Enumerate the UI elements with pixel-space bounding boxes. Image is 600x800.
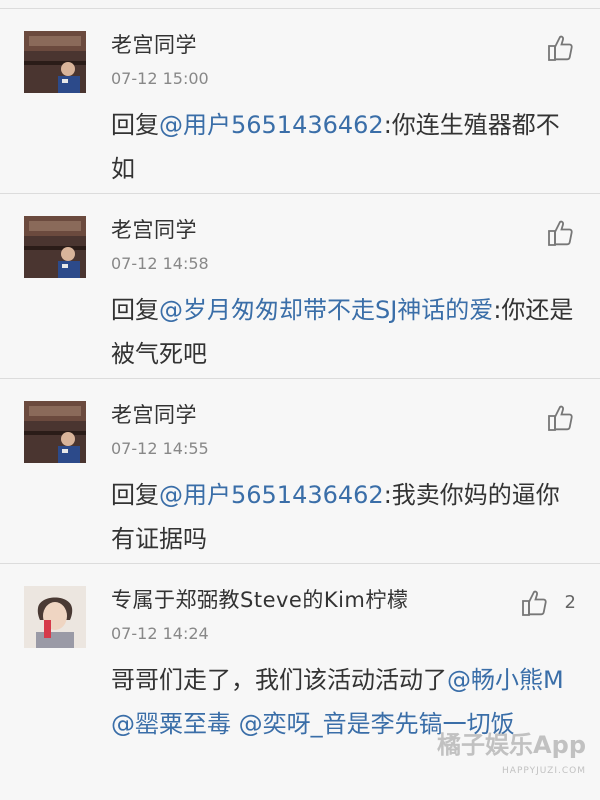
username[interactable]: 老宫同学 (111, 214, 197, 244)
watermark-text: 橘子娱乐App (437, 731, 586, 759)
timestamp: 07-12 14:55 (111, 439, 209, 458)
thumbs-up-icon[interactable] (546, 33, 576, 63)
username[interactable]: 专属于郑弼教Steve的Kim柠檬 (111, 584, 408, 614)
avatar[interactable] (24, 586, 86, 648)
comment-body: 回复@用户5651436462:你连生殖器都不如 (111, 103, 581, 191)
mention-link[interactable]: @用户5651436462 (159, 111, 384, 139)
username[interactable]: 老宫同学 (111, 29, 197, 59)
timestamp: 07-12 15:00 (111, 69, 209, 88)
reply-prefix: 回复 (111, 111, 159, 139)
comment-body: 回复@岁月匆匆却带不走SJ神话的爱:你还是被气死吧 (111, 288, 581, 376)
timestamp: 07-12 14:24 (111, 624, 209, 643)
mention-link[interactable]: @岁月匆匆却带不走SJ神话的爱 (159, 296, 493, 324)
mention-link[interactable]: @罂粟至毒 (111, 710, 231, 738)
thumbs-up-icon[interactable] (546, 403, 576, 433)
top-divider (0, 0, 600, 9)
like-count: 2 (564, 592, 576, 613)
comment-text: 哥哥们走了，我们该活动活动了 (111, 666, 447, 694)
watermark-subtext: HAPPYJUZI.COM (502, 766, 586, 776)
avatar[interactable] (24, 401, 86, 463)
watermark-logo: 橘子娱乐App HAPPYJUZI.COM (437, 732, 586, 784)
reply-prefix: 回复 (111, 481, 159, 509)
thumbs-up-icon[interactable] (546, 218, 576, 248)
mention-link[interactable]: @用户5651436462 (159, 481, 384, 509)
comment-item: 老宫同学 07-12 14:58 回复@岁月匆匆却带不走SJ神话的爱:你还是被气… (0, 194, 600, 379)
comment-body: 回复@用户5651436462:我卖你妈的逼你有证据吗 (111, 473, 581, 561)
timestamp: 07-12 14:58 (111, 254, 209, 273)
avatar[interactable] (24, 31, 86, 93)
avatar[interactable] (24, 216, 86, 278)
thumbs-up-icon[interactable] (520, 588, 550, 618)
comment-item: 老宫同学 07-12 14:55 回复@用户5651436462:我卖你妈的逼你… (0, 379, 600, 564)
comment-item: 老宫同学 07-12 15:00 回复@用户5651436462:你连生殖器都不… (0, 9, 600, 194)
reply-prefix: 回复 (111, 296, 159, 324)
mention-link[interactable]: @畅小熊M (447, 666, 564, 694)
username[interactable]: 老宫同学 (111, 399, 197, 429)
